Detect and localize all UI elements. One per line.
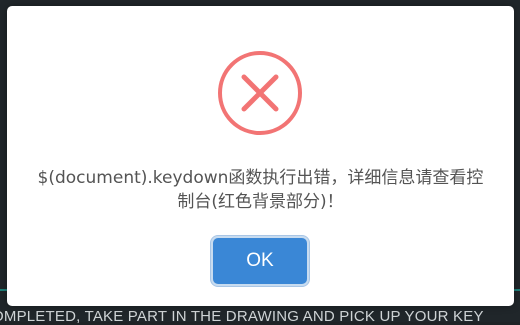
error-x-icon xyxy=(217,50,303,136)
alert-message: $(document).keydown函数执行出错，详细信息请查看控制台(红色背… xyxy=(37,168,484,212)
background-footer-text: OMPLETED, TAKE PART IN THE DRAWING AND P… xyxy=(0,308,484,325)
ok-button[interactable]: OK xyxy=(213,238,307,284)
alert-dialog: $(document).keydown函数执行出错，详细信息请查看控制台(红色背… xyxy=(7,6,514,306)
